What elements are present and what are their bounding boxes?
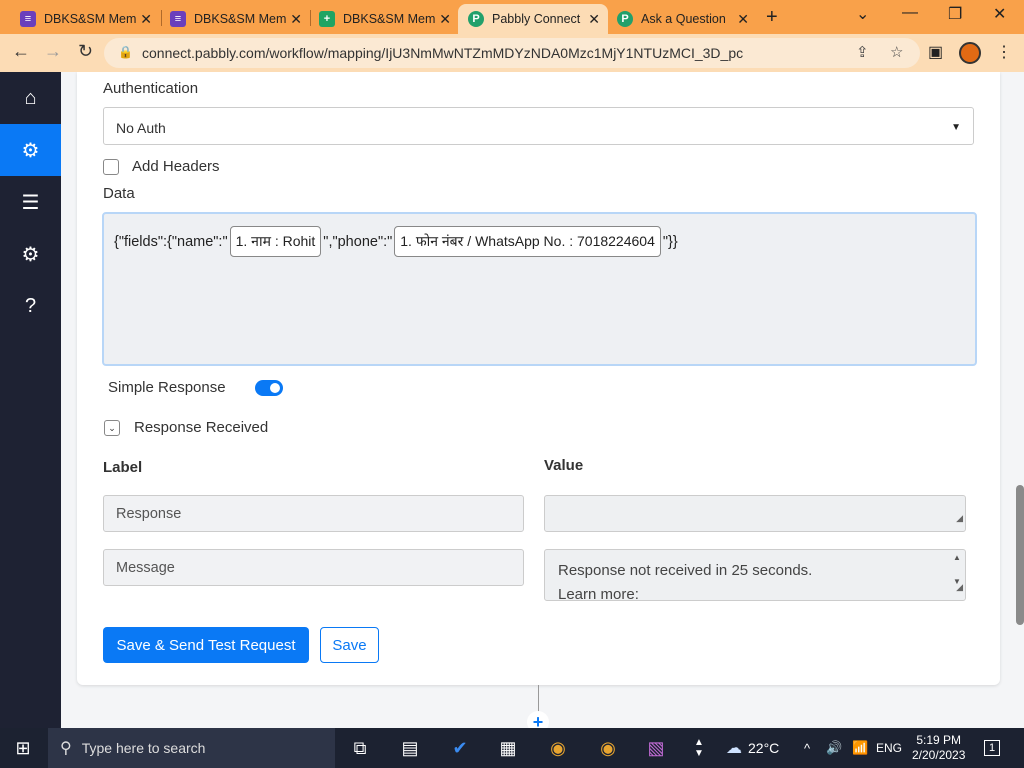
reload-icon[interactable]: ↻ — [78, 41, 93, 62]
windows-taskbar: ⊞ ⚲ Type here to search ⧉ ▤ ✔ ▦ ◉ ◉ ▧ ▲ ▼… — [0, 728, 1024, 768]
url-text[interactable]: connect.pabbly.com/workflow/mapping/IjU3… — [142, 45, 743, 61]
data-input[interactable]: {"fields":{"name":" 1. नाम : Rohit ","ph… — [102, 212, 977, 366]
caret-down-icon: ▼ — [951, 122, 961, 133]
taskbar-search[interactable]: ⚲ Type here to search — [48, 728, 335, 768]
chrome-icon[interactable]: ◉ — [593, 734, 623, 762]
forward-icon[interactable]: → — [44, 41, 62, 62]
windows-start-icon[interactable]: ⊞ — [8, 734, 38, 762]
app-sidebar: ⌂ ⚙ ☰ ⚙ ? — [0, 72, 61, 728]
volume-icon[interactable]: 🔊 — [826, 728, 842, 768]
wifi-icon[interactable]: 📶 — [852, 728, 868, 768]
simple-response-toggle[interactable] — [255, 380, 283, 396]
chevron-down-icon[interactable]: ⌄ — [104, 420, 120, 436]
home-icon[interactable]: ⌂ — [0, 72, 61, 124]
mapped-field-pill[interactable]: 1. नाम : Rohit — [229, 226, 322, 257]
add-step-icon[interactable]: + — [527, 711, 549, 728]
share-icon[interactable]: ⇪ — [856, 43, 869, 61]
cloud-icon: ☁ — [726, 740, 742, 757]
authentication-label: Authentication — [103, 80, 199, 97]
tab-search-icon[interactable]: ⌄ — [856, 4, 869, 24]
resize-handle-icon[interactable]: ◢ — [956, 506, 963, 530]
resize-handle-icon[interactable]: ◢ — [956, 575, 963, 599]
add-headers-label: Add Headers — [132, 158, 220, 175]
app-icon[interactable]: ▧ — [641, 734, 671, 762]
tray-chevron-icon[interactable]: ^ — [804, 728, 810, 768]
label-column-header: Label — [103, 459, 143, 476]
action-config-card: Authentication No Auth ▼ Add Headers Dat… — [77, 72, 1000, 685]
message-label-field[interactable]: Message — [103, 549, 524, 586]
browser-tab-active[interactable]: P Pabbly Connect ✕ — [458, 4, 608, 34]
url-omnibox[interactable]: 🔒 connect.pabbly.com/workflow/mapping/Ij… — [104, 38, 920, 68]
side-panel-icon[interactable]: ▣ — [928, 42, 943, 62]
app-icon[interactable]: ▦ — [493, 734, 523, 762]
close-icon[interactable]: ✕ — [290, 11, 302, 28]
message-value-field[interactable]: Response not received in 25 seconds. Lea… — [544, 549, 966, 601]
add-headers-checkbox[interactable] — [103, 159, 119, 175]
weather-widget[interactable]: ☁ 22°C — [726, 728, 779, 768]
browser-tab[interactable]: ≡ DBKS&SM Mem ✕ — [10, 4, 160, 34]
notification-icon[interactable]: 1 — [984, 728, 1001, 768]
menu-icon[interactable]: ⋮ — [996, 42, 1012, 62]
simple-response-label: Simple Response — [108, 379, 226, 396]
task-view-icon[interactable]: ⧉ — [345, 734, 375, 762]
authentication-select[interactable]: No Auth ▼ — [103, 107, 974, 145]
todo-icon[interactable]: ✔ — [445, 734, 475, 762]
language-indicator[interactable]: ENG — [876, 728, 902, 768]
minimize-button[interactable]: — — [902, 4, 918, 22]
browser-tab-bar: ≡ DBKS&SM Mem ✕ ≡ DBKS&SM Mem ✕ + DBKS&S… — [0, 0, 1024, 34]
new-tab-button[interactable]: + — [766, 6, 778, 29]
close-icon[interactable]: ✕ — [588, 11, 600, 28]
save-button[interactable]: Save — [320, 627, 379, 663]
response-received-label[interactable]: Response Received — [134, 419, 268, 436]
close-window-button[interactable]: ✕ — [993, 4, 1006, 24]
response-label-field[interactable]: Response — [103, 495, 524, 532]
sheets-icon: + — [319, 11, 335, 27]
browser-tab[interactable]: + DBKS&SM Mem ✕ — [309, 4, 459, 34]
close-icon[interactable]: ✕ — [737, 11, 749, 28]
pabbly-icon: P — [468, 11, 484, 27]
browser-tab[interactable]: ≡ DBKS&SM Mem ✕ — [160, 4, 310, 34]
close-icon[interactable]: ✕ — [140, 11, 152, 28]
star-icon[interactable]: ☆ — [890, 43, 903, 61]
chrome-icon[interactable]: ◉ — [543, 734, 573, 762]
value-column-header: Value — [544, 457, 584, 474]
gear-icon[interactable]: ⚙ — [0, 228, 61, 280]
mapped-field-pill[interactable]: 1. फोन नंबर / WhatsApp No. : 7018224604 — [394, 226, 661, 257]
back-icon[interactable]: ← — [12, 41, 30, 62]
data-label: Data — [103, 185, 135, 202]
page-scrollbar[interactable] — [1016, 72, 1024, 728]
help-icon[interactable]: ? — [0, 280, 61, 332]
search-icon: ⚲ — [60, 740, 72, 757]
taskbar-scroll[interactable]: ▲ ▼ — [684, 734, 714, 762]
address-bar: ← → ↻ 🔒 connect.pabbly.com/workflow/mapp… — [0, 34, 1024, 72]
browser-tab[interactable]: P Ask a Question ✕ — [607, 4, 757, 34]
lock-icon[interactable]: 🔒 — [118, 45, 133, 59]
app-icon[interactable]: ▤ — [395, 734, 425, 762]
response-value-field[interactable]: ◢ — [544, 495, 966, 532]
pabbly-icon: P — [617, 11, 633, 27]
avatar[interactable] — [959, 42, 981, 64]
task-list-icon[interactable]: ☰ — [0, 176, 61, 228]
close-icon[interactable]: ✕ — [439, 11, 451, 28]
clock[interactable]: 5:19 PM 2/20/2023 — [912, 728, 965, 768]
save-send-test-button[interactable]: Save & Send Test Request — [103, 627, 309, 663]
workflow-icon[interactable]: ⚙ — [0, 124, 61, 176]
forms-icon: ≡ — [170, 11, 186, 27]
maximize-button[interactable]: ❐ — [948, 4, 962, 24]
main-content: Authentication No Auth ▼ Add Headers Dat… — [61, 72, 1024, 728]
forms-icon: ≡ — [20, 11, 36, 27]
